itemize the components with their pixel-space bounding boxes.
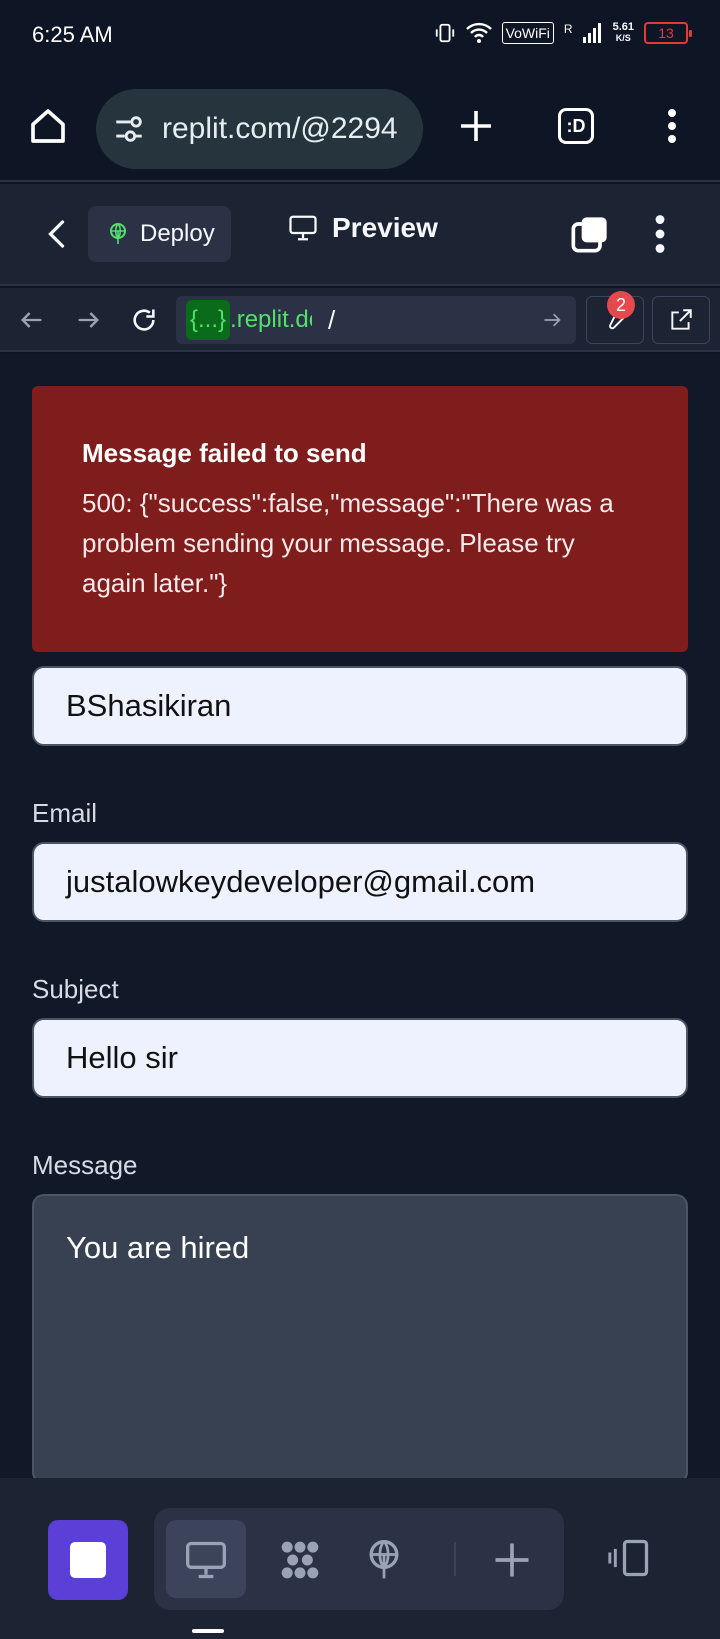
plus-icon[interactable] <box>490 1538 534 1582</box>
new-tab-button[interactable] <box>448 98 504 154</box>
signal-icon <box>582 23 601 43</box>
browser-url-bar[interactable]: replit.com/@2294 <box>96 89 423 169</box>
email-field[interactable]: justalowkeydeveloper@gmail.com <box>32 842 688 922</box>
preview-label: Preview <box>332 212 438 243</box>
deploy-icon[interactable] <box>362 1538 406 1582</box>
monitor-icon[interactable] <box>184 1538 228 1582</box>
message-textarea[interactable]: You are hired <box>32 1194 688 1478</box>
subject-field[interactable]: Hello sir <box>32 1018 688 1098</box>
error-body: 500: {"success":false,"message":"There w… <box>82 488 614 598</box>
error-toast: Message failed to send 500: {"success":f… <box>32 386 688 652</box>
preview-content: Message failed to send 500: {"success":f… <box>0 354 720 1478</box>
multi-window-icon[interactable] <box>570 214 610 254</box>
nav-back-icon[interactable] <box>18 306 46 334</box>
webview-nav: {...} .replit.dev / 2 <box>0 288 720 352</box>
deploy-button[interactable]: Deploy <box>88 206 231 262</box>
name-field[interactable]: BShasikiran <box>32 666 688 746</box>
home-button[interactable] <box>20 98 76 154</box>
status-time: 6:25 AM <box>32 22 113 47</box>
error-title: Message failed to send <box>82 438 367 468</box>
preview-tab[interactable]: Preview <box>288 212 438 244</box>
workflow-icon[interactable] <box>278 1538 322 1582</box>
url-tag: {...} <box>186 300 231 340</box>
email-label: Email <box>32 798 98 828</box>
deploy-label: Deploy <box>140 220 215 247</box>
stop-icon <box>70 1542 106 1578</box>
webview-url-bar[interactable]: {...} .replit.dev / <box>176 296 576 344</box>
deploy-icon <box>110 223 126 244</box>
more-vert-icon[interactable] <box>646 214 674 254</box>
tab-count: :D <box>558 108 594 144</box>
external-link-icon <box>671 309 692 330</box>
tab-switcher-button[interactable]: :D <box>548 98 604 154</box>
home-icon <box>31 109 65 143</box>
battery-indicator: 13 <box>644 22 692 44</box>
wifi-icon <box>465 22 492 43</box>
message-label: Message <box>32 1150 138 1180</box>
monitor-icon <box>289 215 317 241</box>
subject-label: Subject <box>32 974 119 1004</box>
status-bar: 6:25 AM VoWiFi R 5.61 K/S 13 <box>0 0 720 76</box>
bottom-dock <box>0 1478 720 1639</box>
tune-icon[interactable] <box>112 112 146 146</box>
browser-toolbar: replit.com/@2294 :D <box>0 76 720 182</box>
tool-switcher <box>154 1508 564 1610</box>
vowifi-badge: VoWiFi <box>501 22 554 44</box>
url-host: .replit.dev <box>230 306 312 333</box>
tool-divider <box>454 1542 456 1576</box>
network-speed: 5.61 K/S <box>612 21 634 44</box>
open-external-button[interactable] <box>652 296 710 344</box>
replit-header: Deploy Preview <box>0 184 720 286</box>
stop-button[interactable] <box>48 1520 128 1600</box>
more-vert-icon <box>668 109 676 143</box>
back-icon[interactable] <box>40 214 76 254</box>
signal-label: R <box>563 22 573 36</box>
browser-url-text: replit.com/@2294 <box>162 112 398 145</box>
go-arrow-icon[interactable] <box>542 310 562 330</box>
url-path: / <box>328 304 336 335</box>
nav-forward-icon[interactable] <box>74 306 102 334</box>
devtools-button[interactable]: 2 <box>586 291 644 344</box>
reload-icon[interactable] <box>130 306 158 334</box>
devices-icon[interactable] <box>608 1536 652 1580</box>
browser-menu-button[interactable] <box>644 98 700 154</box>
devtools-badge: 2 <box>607 291 635 319</box>
plus-icon <box>461 111 491 141</box>
gesture-bar <box>192 1629 224 1633</box>
vibrate-icon <box>435 23 454 43</box>
status-icons: VoWiFi R 5.61 K/S 13 <box>434 21 692 44</box>
